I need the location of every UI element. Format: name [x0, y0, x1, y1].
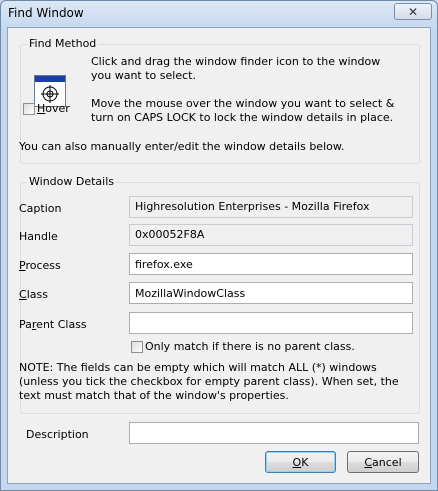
hover-checkbox[interactable] [23, 103, 35, 115]
matching-note: NOTE: The fields can be empty which will… [19, 361, 399, 402]
close-button[interactable]: ✕ [394, 3, 432, 20]
find-method-legend: Find Method [27, 37, 99, 50]
window-details-group: Window Details Caption Highresolution En… [19, 175, 420, 414]
drag-instruction: Click and drag the window finder icon to… [91, 55, 381, 82]
ok-button[interactable]: OK [265, 451, 336, 473]
description-label: Description [26, 428, 89, 441]
caption-label: Caption [19, 202, 62, 215]
dialog-client-area: Find Method Click and drag the window fi… [7, 27, 431, 484]
caption-field[interactable]: Highresolution Enterprises - Mozilla Fir… [129, 196, 413, 218]
description-input[interactable] [129, 422, 419, 444]
class-input[interactable] [129, 282, 413, 304]
title-bar[interactable]: Find Window ✕ [1, 1, 437, 27]
only-match-checkbox[interactable] [131, 341, 143, 353]
manual-entry-note: You can also manually enter/edit the win… [19, 140, 345, 153]
window-details-legend: Window Details [27, 175, 117, 188]
class-label: Class [19, 288, 48, 301]
only-match-label[interactable]: Only match if there is no parent class. [145, 340, 355, 353]
find-method-group: Find Method Click and drag the window fi… [19, 37, 420, 164]
window-title: Find Window [8, 6, 84, 20]
parent-class-input[interactable] [129, 312, 413, 334]
cancel-button-label: Cancel [364, 455, 402, 469]
handle-label: Handle [19, 230, 58, 243]
hover-label[interactable]: Hover [37, 102, 70, 115]
handle-field[interactable]: 0x00052F8A [129, 224, 413, 246]
cancel-button[interactable]: Cancel [347, 451, 419, 473]
process-input[interactable] [129, 253, 413, 275]
find-window-dialog: Find Window ✕ Find Method Click and drag… [0, 0, 438, 491]
hover-instruction: Move the mouse over the window you want … [91, 97, 395, 124]
close-icon: ✕ [407, 4, 419, 19]
process-label: Process [19, 259, 61, 272]
parent-class-label: Parent Class [19, 318, 87, 331]
ok-button-label: OK [292, 455, 309, 469]
